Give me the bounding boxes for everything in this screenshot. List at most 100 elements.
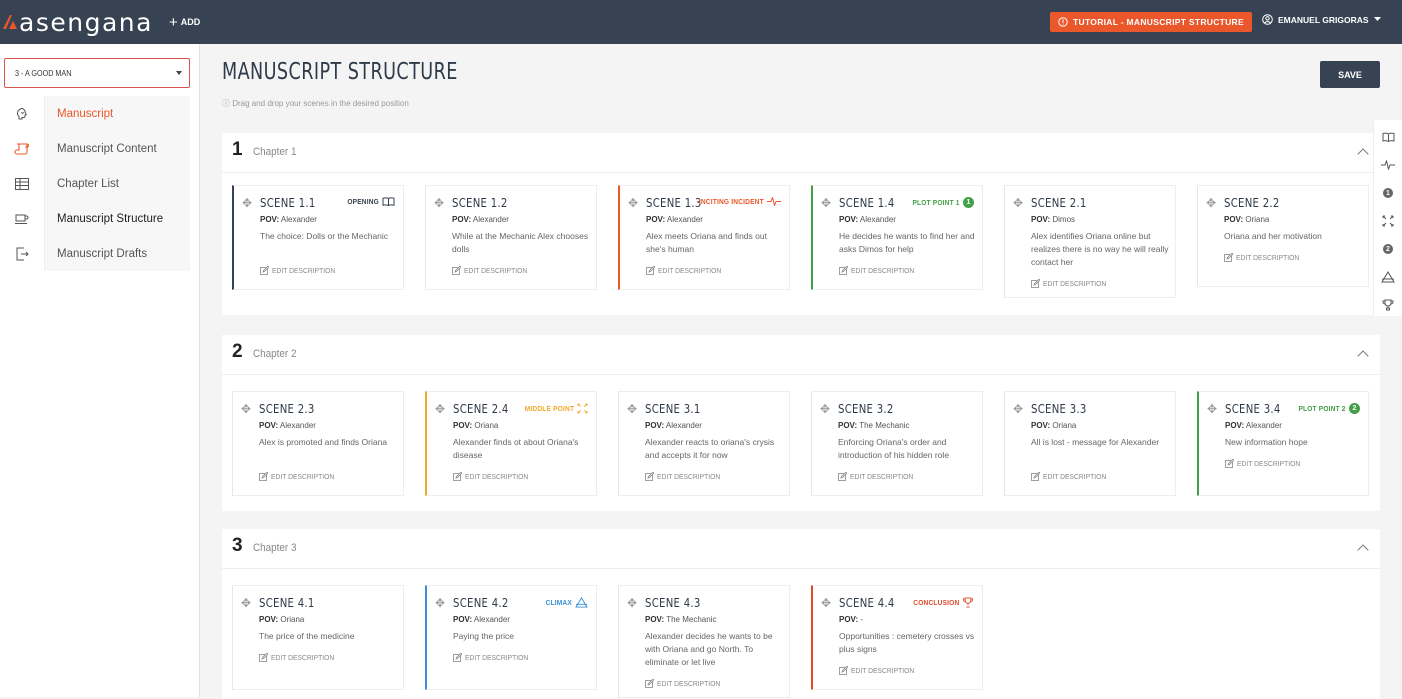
drag-handle-icon[interactable]: ✥ (242, 196, 252, 210)
tutorial-button[interactable]: TUTORIAL - MANUSCRIPT STRUCTURE (1050, 12, 1252, 32)
edit-description-link[interactable]: EDIT DESCRIPTION (260, 266, 342, 275)
chapter-header[interactable]: 1 Chapter 1 (222, 133, 1380, 173)
edit-description-link[interactable]: EDIT DESCRIPTION (1225, 459, 1307, 468)
scene-pov: POV: Oriana (453, 421, 498, 430)
scene-description: New information hope (1225, 437, 1308, 447)
scene-card[interactable]: ✥ SCENE 2.4 MIDDLE POINT POV: Oriana Alexand… (425, 391, 597, 496)
scene-card[interactable]: ✥ SCENE 3.3 POV: Oriana All is lost - messa… (1004, 391, 1176, 496)
edit-description-link[interactable]: EDIT DESCRIPTION (839, 666, 921, 675)
trophy-icon[interactable] (1382, 294, 1394, 316)
edit-description-link[interactable]: EDIT DESCRIPTION (1224, 253, 1306, 262)
edit-description-link[interactable]: EDIT DESCRIPTION (259, 653, 341, 662)
edit-description-link[interactable]: EDIT DESCRIPTION (838, 472, 920, 481)
scene-pov: POV: Alexander (259, 421, 316, 430)
drag-handle-icon[interactable]: ✥ (1013, 196, 1023, 210)
scene-pov: POV: The Mechanic (645, 615, 716, 624)
scene-card[interactable]: ✥ SCENE 2.1 POV: Dimos Alex identifies Oria… (1004, 185, 1176, 298)
trophy-icon (962, 597, 974, 608)
number-1-icon[interactable]: 1 (1383, 182, 1393, 204)
scene-badge: CLIMAX (542, 597, 588, 608)
pov-value: Oriana (1245, 215, 1270, 224)
scene-card[interactable]: ✥ SCENE 3.2 POV: The Mechanic Enforcing Ori… (811, 391, 983, 496)
sidebar-item-manuscript-content[interactable]: Manuscript Content (0, 131, 190, 166)
scene-card[interactable]: ✥ SCENE 1.2 POV: Alexander While at the Mec… (425, 185, 597, 290)
scene-card[interactable]: ✥ SCENE 4.4 CONCLUSION POV: - Opportunities … (811, 585, 983, 690)
pov-value: Alexander (666, 215, 703, 224)
scene-card[interactable]: ✥ SCENE 4.3 POV: The Mechanic Alexander dec… (618, 585, 790, 698)
edit-description-label: EDIT DESCRIPTION (850, 472, 914, 481)
drag-handle-icon[interactable]: ✥ (434, 196, 444, 210)
scene-title: SCENE 1.2 (452, 195, 508, 210)
drag-handle-icon[interactable]: ✥ (241, 402, 251, 416)
drag-handle-icon[interactable]: ✥ (628, 196, 638, 210)
scene-pov: POV: Alexander (646, 215, 703, 224)
pov-label: POV: (645, 615, 665, 624)
scene-card[interactable]: ✥ SCENE 2.2 POV: Oriana Oriana and her moti… (1197, 185, 1369, 287)
edit-description-link[interactable]: EDIT DESCRIPTION (645, 679, 727, 688)
scene-card[interactable]: ✥ SCENE 3.1 POV: Alexander Alexander reacts… (618, 391, 790, 496)
drag-handle-icon[interactable]: ✥ (241, 596, 251, 610)
chevron-up-icon[interactable] (1357, 542, 1368, 553)
sidebar-item-manuscript-drafts[interactable]: Manuscript Drafts (0, 236, 190, 271)
scene-card[interactable]: ✥ SCENE 3.4 PLOT POINT 2 2 POV: Alexander New… (1197, 391, 1369, 496)
book-icon[interactable] (1382, 126, 1395, 148)
user-icon (1262, 14, 1273, 25)
edit-description-link[interactable]: EDIT DESCRIPTION (1031, 279, 1113, 288)
edit-description-link[interactable]: EDIT DESCRIPTION (452, 266, 534, 275)
scene-card[interactable]: ✥ SCENE 4.1 POV: Oriana The price of the me… (232, 585, 404, 690)
pov-value: Alexander (279, 421, 316, 430)
user-menu[interactable]: EMANUEL GRIGORAS (1262, 14, 1381, 25)
scene-description: Enforcing Oriana's order and introductio… (838, 437, 950, 460)
edit-description-label: EDIT DESCRIPTION (272, 266, 336, 275)
scene-card[interactable]: ✥ SCENE 4.2 CLIMAX POV: Alexander Paying the… (425, 585, 597, 690)
chapter-number: 3 (232, 535, 243, 556)
edit-icon (839, 266, 848, 275)
scene-description: Oriana and her motivation (1224, 231, 1322, 241)
edit-description-link[interactable]: EDIT DESCRIPTION (645, 472, 727, 481)
drag-handle-icon[interactable]: ✥ (821, 196, 831, 210)
arrows-icon[interactable] (1382, 210, 1394, 232)
scene-card[interactable]: ✥ SCENE 2.3 POV: Alexander Alex is promoted… (232, 391, 404, 496)
drag-handle-icon[interactable]: ✥ (627, 596, 637, 610)
book-select[interactable]: 3 - A GOOD MAN (4, 58, 190, 88)
edit-description-link[interactable]: EDIT DESCRIPTION (259, 472, 341, 481)
chapter-header[interactable]: 2 Chapter 2 (222, 335, 1380, 375)
sidebar-item-chapter-list[interactable]: Chapter List (0, 166, 190, 201)
pulse-icon[interactable] (1381, 154, 1395, 176)
scene-card[interactable]: ✥ SCENE 1.3 INCITING INCIDENT POV: Alexande… (618, 185, 790, 290)
drag-handle-icon[interactable]: ✥ (435, 402, 445, 416)
add-button[interactable]: + ADD (169, 14, 200, 31)
edit-description-link[interactable]: EDIT DESCRIPTION (839, 266, 921, 275)
edit-description-link[interactable]: EDIT DESCRIPTION (1031, 472, 1113, 481)
triangle-icon[interactable] (1381, 266, 1395, 288)
sidebar-item-manuscript[interactable]: Manuscript (0, 96, 190, 131)
drag-handle-icon[interactable]: ✥ (1013, 402, 1023, 416)
scene-pov: POV: Oriana (259, 615, 304, 624)
export-icon (0, 247, 44, 261)
chevron-up-icon[interactable] (1357, 348, 1368, 359)
edit-description-link[interactable]: EDIT DESCRIPTION (646, 266, 728, 275)
scene-pov: POV: Oriana (1224, 215, 1269, 224)
edit-description-link[interactable]: EDIT DESCRIPTION (453, 653, 535, 662)
logo[interactable]: asengana (3, 0, 153, 44)
chevron-up-icon[interactable] (1357, 146, 1368, 157)
drag-handle-icon[interactable]: ✥ (820, 402, 830, 416)
pov-label: POV: (839, 215, 859, 224)
scene-card[interactable]: ✥ SCENE 1.1 OPENING POV: Alexander The choic… (232, 185, 404, 290)
edit-description-link[interactable]: EDIT DESCRIPTION (453, 472, 535, 481)
scene-card[interactable]: ✥ SCENE 1.4 PLOT POINT 1 1 POV: Alexander He … (811, 185, 983, 290)
scene-badge: PLOT POINT 22 (1292, 403, 1360, 414)
number-2-icon[interactable]: 2 (1383, 238, 1393, 260)
edit-icon (453, 653, 462, 662)
caret-down-icon (176, 71, 182, 75)
edit-icon (838, 472, 847, 481)
sidebar-item-manuscript-structure[interactable]: Manuscript Structure (0, 201, 190, 236)
drag-handle-icon[interactable]: ✥ (821, 596, 831, 610)
chapter-header[interactable]: 3 Chapter 3 (222, 529, 1380, 569)
drag-handle-icon[interactable]: ✥ (627, 402, 637, 416)
drag-handle-icon[interactable]: ✥ (435, 596, 445, 610)
drag-handle-icon[interactable]: ✥ (1206, 196, 1216, 210)
save-button[interactable]: SAVE (1320, 61, 1380, 88)
chapter-number: 1 (232, 139, 243, 160)
drag-handle-icon[interactable]: ✥ (1207, 402, 1217, 416)
